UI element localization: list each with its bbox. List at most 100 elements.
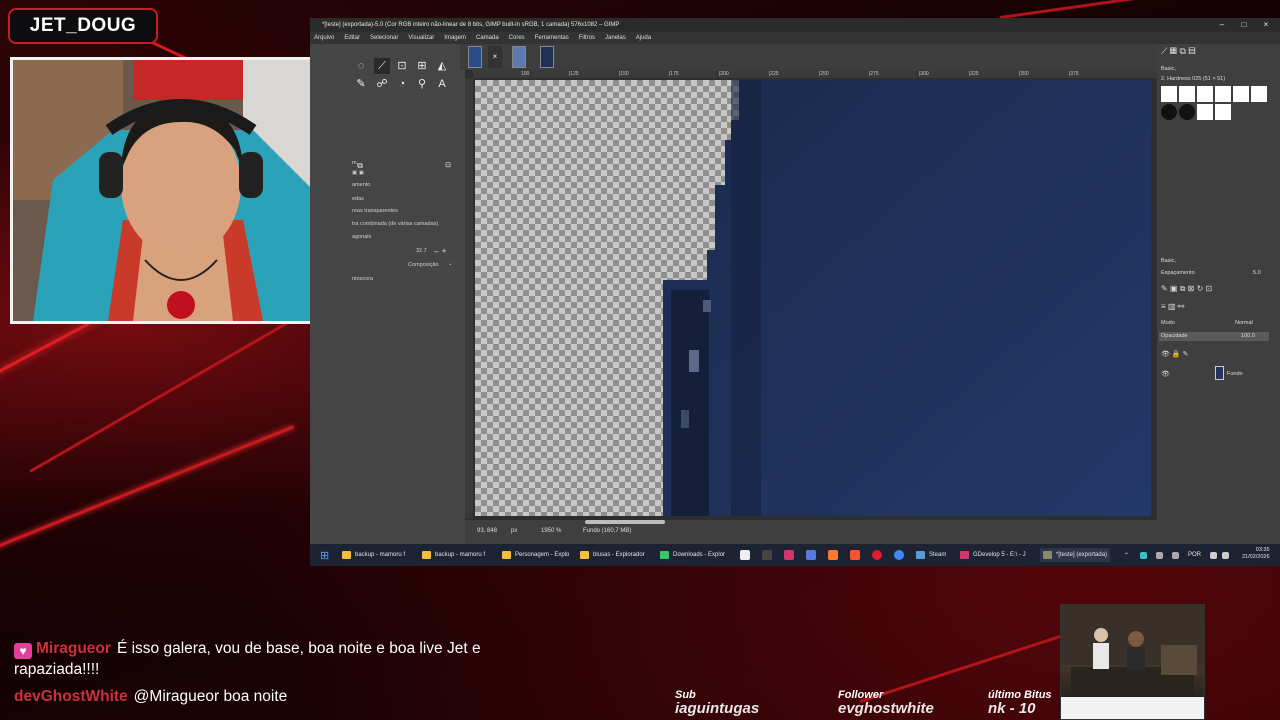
language-indicator[interactable]: POR — [1188, 548, 1201, 562]
unit-dropdown[interactable]: px — [511, 528, 517, 534]
spacing-value[interactable]: 5.0 — [1253, 270, 1261, 276]
app-icon[interactable] — [740, 550, 750, 560]
opera-icon[interactable] — [872, 550, 882, 560]
lock-icons[interactable]: 👁 🔒 ✎ — [1161, 350, 1188, 358]
brush-icon[interactable]: ⟋ ▦ ⧉ ▤ — [1161, 46, 1196, 57]
terminal-icon[interactable] — [762, 550, 772, 560]
volume-icon[interactable] — [1222, 552, 1229, 559]
mode-dropdown[interactable]: Composição — [408, 262, 439, 268]
menu-janelas[interactable]: Janelas — [605, 35, 626, 41]
layers-tab-icons[interactable]: ≡ ▥ ⚯ — [1161, 302, 1184, 311]
tool-option[interactable]: tra combinada (de várias camadas) — [352, 221, 438, 227]
layer-visibility-icon[interactable]: 👁 — [1161, 370, 1170, 378]
taskbar-item[interactable]: backup - mamoru f — [422, 548, 485, 562]
menu-selecionar[interactable]: Selecionar — [370, 35, 398, 41]
transform-tool-icon[interactable]: ⊞ — [414, 58, 430, 74]
taskbar-item[interactable]: GDevelop 5 - E:\ - J — [960, 548, 1026, 562]
taskbar-item[interactable]: Downloads - Explor — [660, 548, 725, 562]
menu-ajuda[interactable]: Ajuda — [636, 35, 651, 41]
mode-value[interactable]: Normal — [1235, 320, 1253, 326]
bucket-fill-icon[interactable]: ◭ — [434, 58, 450, 74]
brush-swatch[interactable] — [1215, 86, 1231, 102]
menu-editar[interactable]: Editar — [344, 35, 360, 41]
chat-text: @Miragueor boa noite — [133, 688, 288, 705]
brush-preset-label-2: Basic, — [1161, 258, 1176, 264]
menu-camada[interactable]: Camada — [476, 35, 499, 41]
brush-swatch[interactable] — [1179, 86, 1195, 102]
image-tab[interactable] — [468, 46, 482, 68]
tray-icon[interactable] — [1156, 552, 1163, 559]
image-canvas[interactable] — [475, 80, 1151, 516]
chat-message: ♥ Miragueor É isso galera, vou de base, bo… — [14, 638, 494, 680]
clock[interactable]: 03:35 21/02/2026 — [1242, 547, 1270, 561]
firefox-icon[interactable] — [828, 550, 838, 560]
crop-tool-icon[interactable]: ⊡ — [394, 58, 410, 74]
gimp-window[interactable]: *[teste] (exportada)-5.0 (Cor RGB inteir… — [310, 18, 1280, 550]
instagram-icon[interactable] — [784, 550, 794, 560]
taskbar-item[interactable]: blusas - Explorador — [580, 548, 645, 562]
menu-imagem[interactable]: Imagem — [444, 35, 466, 41]
taskbar-item[interactable]: backup - mamoru f — [342, 548, 405, 562]
ruler-tick: |275 — [869, 71, 879, 77]
image-tab[interactable] — [540, 46, 554, 68]
horizontal-ruler: 100 |125 |150 |175 |200 |225 |250 |275 |… — [473, 70, 1157, 78]
power-icon[interactable] — [1172, 552, 1179, 559]
layer-thumbnail[interactable] — [1215, 366, 1224, 380]
brush-swatch[interactable] — [1197, 86, 1213, 102]
dodge-tool-icon[interactable]: ◔ — [394, 76, 410, 92]
close-tab-icon[interactable]: × — [488, 46, 502, 68]
start-icon[interactable]: ⊞ — [320, 548, 329, 562]
tray-chevron-icon[interactable]: ⌃ — [1124, 548, 1129, 562]
panel-menu-icon[interactable]: ⊡ — [440, 158, 456, 174]
tray-icon[interactable] — [1140, 552, 1147, 559]
tool-option: edas — [352, 196, 364, 202]
taskbar-item-active[interactable]: *[teste] (exportada) — [1040, 548, 1111, 562]
tool-option[interactable]: agonais — [352, 234, 371, 240]
chevron-down-icon[interactable]: ⌄ — [448, 261, 453, 267]
tool-option: ▣ ▣ — [352, 170, 364, 176]
chrome-icon[interactable] — [894, 550, 904, 560]
maximize-icon[interactable]: □ — [1234, 18, 1254, 32]
image-tab[interactable] — [512, 46, 526, 68]
horizontal-scrollbar[interactable] — [585, 520, 665, 524]
brush-swatch[interactable] — [1161, 86, 1177, 102]
zoom-dropdown[interactable]: 1950 % — [541, 528, 561, 534]
brush-swatch[interactable] — [1215, 104, 1231, 120]
paint-tool-icon[interactable]: ✎ — [353, 76, 369, 92]
brave-icon[interactable] — [850, 550, 860, 560]
smudge-tool-icon[interactable]: ☍ — [374, 76, 390, 92]
ruler-tick: |225 — [769, 71, 779, 77]
app-icon[interactable] — [806, 550, 816, 560]
taskbar-item[interactable]: Steam — [916, 548, 946, 562]
brush-swatch[interactable] — [1161, 104, 1177, 120]
menu-filtros[interactable]: Filtros — [579, 35, 595, 41]
close-icon[interactable]: × — [1256, 18, 1276, 32]
fuzzy-select-icon[interactable]: ⟋ — [374, 58, 390, 74]
tool-option[interactable]: reas transparentes — [352, 208, 398, 214]
network-icon[interactable] — [1210, 552, 1217, 559]
brush-swatch[interactable] — [1233, 86, 1249, 102]
lasso-tool-icon[interactable]: ◌ — [353, 58, 369, 74]
brush-swatch[interactable] — [1251, 86, 1267, 102]
threshold-stepper[interactable]: – + — [434, 246, 447, 256]
dock-toolbar[interactable]: ✎ ▣ ⧉ ⊠ ↻ ⊡ — [1161, 284, 1212, 294]
text-tool-icon[interactable]: A — [434, 76, 450, 92]
menu-cores[interactable]: Cores — [509, 35, 525, 41]
mode-label: Modo — [1161, 320, 1175, 326]
brush-swatch[interactable] — [1197, 104, 1213, 120]
clock-date: 21/02/2026 — [1242, 554, 1270, 560]
canvas-area[interactable]: 100 |125 |150 |175 |200 |225 |250 |275 |… — [465, 70, 1157, 544]
ruler-tick: |200 — [719, 71, 729, 77]
minimize-icon[interactable]: – — [1212, 18, 1232, 32]
layer-name[interactable]: Fundo — [1227, 371, 1243, 377]
mini-video-illustration — [1061, 605, 1204, 719]
paths-tool-icon[interactable]: ⚲ — [414, 76, 430, 92]
menu-visualizar[interactable]: Visualizar — [408, 35, 434, 41]
brush-swatch[interactable] — [1179, 104, 1195, 120]
menu-arquivo[interactable]: Arquivo — [314, 35, 334, 41]
ruler-tick: |350 — [1019, 71, 1029, 77]
threshold-value[interactable]: 32.7 — [416, 248, 427, 254]
title-bar[interactable]: *[teste] (exportada)-5.0 (Cor RGB inteir… — [310, 18, 1280, 32]
menu-ferramentas[interactable]: Ferramentas — [535, 35, 569, 41]
taskbar-item[interactable]: Personagem - Explo — [502, 548, 569, 562]
